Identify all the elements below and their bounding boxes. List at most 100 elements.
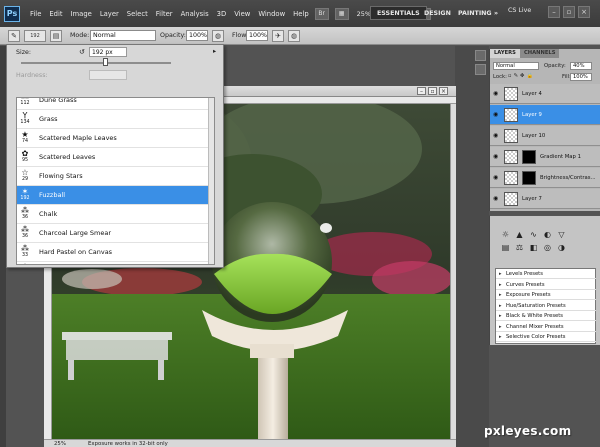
brush-preset-row[interactable]: ⁂ 36 Charcoal Large Smear (17, 224, 208, 243)
brush-preset-row[interactable]: ✿ 95 Scattered Leaves (17, 148, 208, 167)
airbrush-icon[interactable]: ✈ (272, 30, 284, 42)
actions-panel-icon[interactable] (475, 64, 486, 75)
expand-arrow-icon[interactable]: ▸ (499, 280, 502, 290)
photo-filter-icon[interactable]: ◎ (542, 243, 553, 253)
menu-file[interactable]: File (30, 10, 41, 18)
visibility-eye-icon[interactable]: ◉ (493, 132, 501, 140)
expand-arrow-icon[interactable]: ▸ (499, 290, 502, 300)
menu-window[interactable]: Window (258, 10, 285, 18)
bridge-icon[interactable]: Br (314, 7, 329, 20)
more-workspaces-icon[interactable]: » (488, 6, 504, 20)
cs-live-button[interactable]: CS Live (508, 7, 531, 14)
vibrance-icon[interactable]: ▽ (556, 230, 567, 240)
visibility-eye-icon[interactable]: ◉ (493, 90, 501, 98)
layer-row[interactable]: ◉ Layer 4 (490, 84, 600, 104)
curves-icon[interactable]: ∿ (528, 230, 539, 240)
visibility-eye-icon[interactable]: ◉ (493, 174, 501, 182)
black-white-icon[interactable]: ◧ (528, 243, 539, 253)
brush-tip-size: 112 (20, 101, 30, 106)
brush-size-input[interactable]: 192 px (89, 47, 127, 57)
visibility-eye-icon[interactable]: ◉ (493, 195, 501, 203)
close-icon[interactable]: × (578, 6, 590, 18)
layer-row[interactable]: ◉ Layer 10 (490, 126, 600, 146)
minimize-icon[interactable]: – (548, 6, 560, 18)
brush-preset-row[interactable]: ⁂ 36 Chalk (17, 205, 208, 224)
brush-tool-icon[interactable]: ✎ (8, 30, 20, 42)
layer-row[interactable]: ◉ Layer 9 (490, 105, 600, 125)
expand-arrow-icon[interactable]: ▸ (499, 311, 502, 321)
menu-image[interactable]: Image (71, 10, 92, 18)
adjustment-preset-item[interactable]: ▸ Black & White Presets (496, 311, 596, 321)
brush-list-scrollbar[interactable] (208, 98, 214, 264)
levels-icon[interactable]: ▲ (514, 230, 525, 240)
expand-arrow-icon[interactable]: ▸ (499, 269, 502, 279)
brush-preset-row[interactable]: ★ 74 Scattered Maple Leaves (17, 129, 208, 148)
expand-arrow-icon[interactable]: ▸ (499, 322, 502, 332)
pressure-opacity-icon[interactable]: ◍ (212, 30, 224, 42)
brush-preset-row[interactable]: ⁂ 33 Hard Pastel on Canvas (17, 243, 208, 262)
history-panel-icon[interactable] (475, 50, 486, 61)
mode-dropdown[interactable]: Normal (90, 30, 156, 41)
adjustment-preset-item[interactable]: ▸ Exposure Presets (496, 290, 596, 300)
mode-label: Mode: (70, 32, 90, 39)
brush-preset-row[interactable]: ✶ 192 Fuzzball (17, 186, 208, 205)
doc-restore-icon[interactable]: ▫ (428, 87, 437, 95)
hue-saturation-icon[interactable]: ▤ (500, 243, 511, 253)
adjustment-preset-item[interactable]: ▸ Levels Presets (496, 269, 596, 279)
zoom-level-dropdown[interactable]: 25% (357, 10, 371, 18)
reset-size-icon[interactable]: ↺ (79, 48, 85, 56)
brush-size-readout: 192 (30, 33, 40, 39)
brightness-contrast-icon[interactable]: ☼ (500, 230, 511, 240)
adjustment-preset-item[interactable]: ▸ Channel Mixer Presets (496, 322, 596, 332)
layer-opacity-input[interactable]: 40% (570, 62, 592, 70)
layer-row[interactable]: ◉ Brightness/Contras... (490, 168, 600, 188)
mini-bridge-icon[interactable]: ▦ (334, 7, 349, 20)
menu-filter[interactable]: Filter (156, 10, 173, 18)
adjustment-preset-item[interactable]: ▸ Hue/Saturation Presets (496, 301, 596, 311)
expand-arrow-icon[interactable]: ▸ (499, 301, 502, 311)
menu-3d[interactable]: 3D (217, 10, 227, 18)
brush-preset-row[interactable]: ⁂63Oil Pastel Large (17, 262, 208, 264)
doc-zoom-readout[interactable]: 25% (54, 441, 66, 447)
restore-icon[interactable]: ▫ (563, 6, 575, 18)
channel-mixer-icon[interactable]: ◑ (556, 243, 567, 253)
expand-arrow-icon[interactable]: ▸ (499, 332, 502, 342)
brush-panel-toggle-icon[interactable]: ▤ (50, 30, 62, 42)
color-balance-icon[interactable]: ⚖ (514, 243, 525, 253)
brush-size-slider-thumb[interactable] (103, 58, 109, 66)
blend-mode-dropdown[interactable]: Normal (493, 62, 539, 70)
menu-analysis[interactable]: Analysis (181, 10, 209, 18)
hardness-input (89, 70, 127, 80)
layer-row[interactable]: ◉ Layer 7 (490, 189, 600, 209)
brush-preset-row[interactable]: ☆ 29 Flowing Stars (17, 167, 208, 186)
menu-layer[interactable]: Layer (100, 10, 119, 18)
adjustment-preset-item[interactable]: ▸ Selective Color Presets (496, 332, 596, 342)
brush-tip-thumbnail: ⁂ 36 (18, 225, 32, 242)
menu-help[interactable]: Help (293, 10, 309, 18)
flow-input[interactable]: 100% (246, 30, 268, 41)
tab-layers[interactable]: LAYERS (490, 49, 520, 58)
picker-menu-icon[interactable]: ▸ (213, 48, 216, 55)
doc-minimize-icon[interactable]: – (417, 87, 426, 95)
adjustment-preset-item[interactable]: ▸ Curves Presets (496, 280, 596, 290)
lock-icons[interactable]: ▫✎✥🔒 (508, 73, 535, 79)
opacity-input[interactable]: 100% (186, 30, 208, 41)
brush-preset-row[interactable]: Ỵ 134 Grass (17, 110, 208, 129)
menu-view[interactable]: View (234, 10, 250, 18)
visibility-eye-icon[interactable]: ◉ (493, 153, 501, 161)
layer-row[interactable]: ◉ Gradient Map 1 (490, 147, 600, 167)
doc-close-icon[interactable]: × (439, 87, 448, 95)
brush-preset-row[interactable]: ⁂112 Dune Grass (17, 98, 208, 110)
layer-thumbnail (504, 192, 518, 206)
menu-edit[interactable]: Edit (49, 10, 62, 18)
pressure-size-icon[interactable]: ◍ (288, 30, 300, 42)
brush-preset-picker[interactable]: 192 (24, 30, 46, 42)
visibility-eye-icon[interactable]: ◉ (493, 111, 501, 119)
vertical-scrollbar[interactable] (450, 104, 456, 439)
tab-channels[interactable]: CHANNELS (520, 49, 560, 58)
fill-input[interactable]: 100% (570, 73, 592, 81)
menu-select[interactable]: Select (127, 10, 148, 18)
brush-preset-name: Hard Pastel on Canvas (39, 248, 113, 256)
exposure-icon[interactable]: ◐ (542, 230, 553, 240)
brush-size-slider[interactable] (21, 58, 171, 66)
